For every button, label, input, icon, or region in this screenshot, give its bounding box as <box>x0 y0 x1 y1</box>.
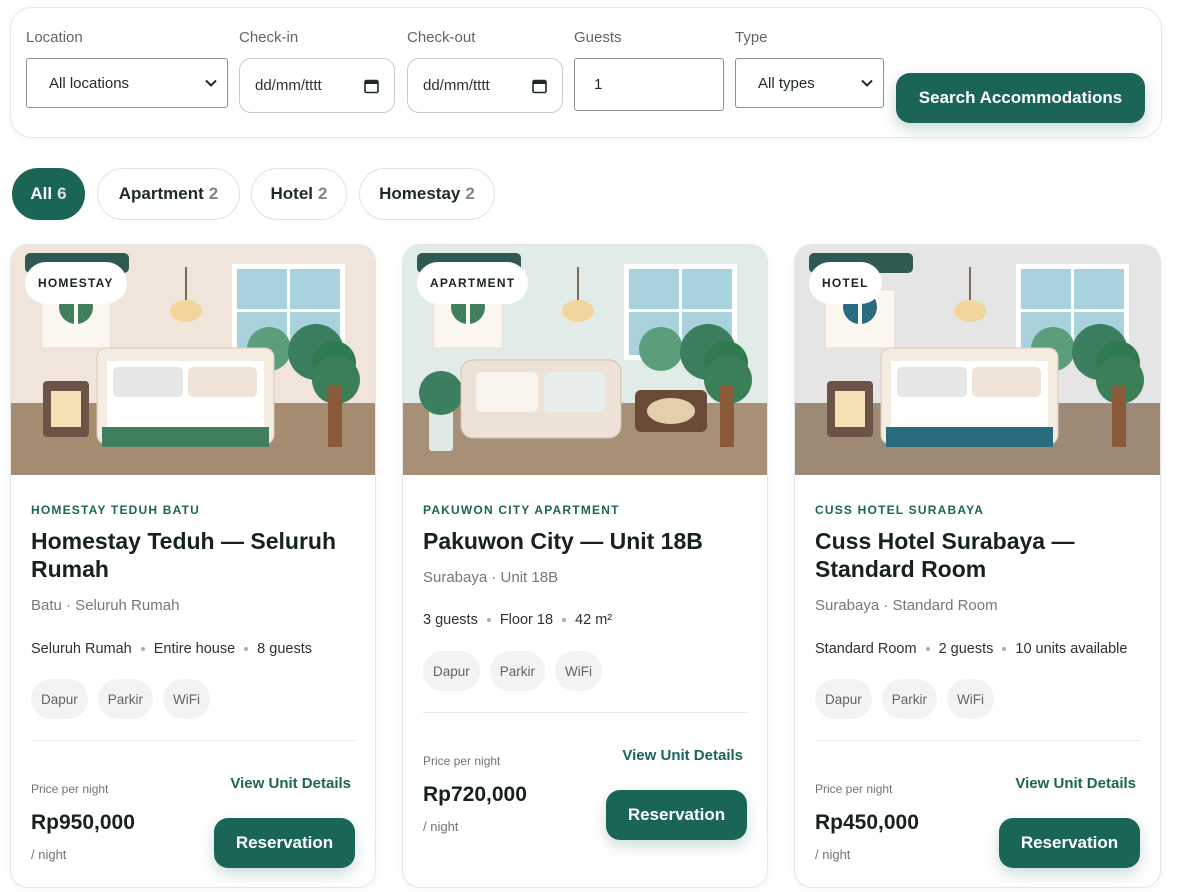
checkout-placeholder: dd/mm/tttt <box>423 77 490 94</box>
property-name: CUSS HOTEL SURABAYA <box>815 503 985 517</box>
amenity-chip: Parkir <box>97 679 154 719</box>
tab-label: All <box>30 184 53 203</box>
price-label: Price per night <box>423 754 501 768</box>
location-select[interactable]: All locations <box>26 58 228 108</box>
divider <box>31 740 355 741</box>
view-unit-details-link[interactable]: View Unit Details <box>622 747 743 764</box>
property-name: PAKUWON CITY APARTMENT <box>423 503 620 517</box>
meta-item: Standard Room <box>815 641 917 657</box>
checkout-label: Check-out <box>407 29 476 46</box>
view-unit-details-link[interactable]: View Unit Details <box>230 775 351 792</box>
tab-apartment[interactable]: Apartment 2 <box>97 168 240 220</box>
meta-item: 2 guests <box>938 641 994 657</box>
tab-label: Homestay <box>379 184 461 203</box>
amenity-chip: Parkir <box>489 651 546 691</box>
card-subtitle: Surabaya · Unit 18B <box>423 569 559 586</box>
guests-input[interactable]: 1 <box>574 58 724 111</box>
price-unit: / night <box>423 819 459 834</box>
price-unit: / night <box>31 847 67 862</box>
checkout-date-input[interactable]: dd/mm/tttt <box>407 58 563 113</box>
divider <box>423 712 747 713</box>
reservation-button[interactable]: Reservation <box>606 790 747 840</box>
price-label: Price per night <box>815 782 893 796</box>
amenity-chip: Dapur <box>31 679 88 719</box>
tab-count: 2 <box>318 184 328 203</box>
tab-label: Hotel <box>270 184 314 203</box>
meta-item: 8 guests <box>257 641 312 657</box>
card-meta: Standard Room 2 guests 10 units availabl… <box>815 641 1127 657</box>
tab-count: 2 <box>208 184 219 203</box>
amenity-chip: WiFi <box>555 651 603 691</box>
amenity-chip: Parkir <box>881 679 938 719</box>
card-subtitle: Surabaya · Standard Room <box>815 597 998 614</box>
card-meta: Seluruh Rumah Entire house 8 guests <box>31 641 312 657</box>
meta-item: 3 guests <box>423 612 478 628</box>
card-title[interactable]: Pakuwon City — Unit 18B <box>423 527 743 555</box>
reservation-button[interactable]: Reservation <box>214 818 355 868</box>
tab-count: 2 <box>465 184 475 203</box>
meta-item: Entire house <box>153 641 236 657</box>
accommodation-card[interactable]: APARTMENT PAKUWON CITY APARTMENT Pakuwon… <box>402 244 768 888</box>
accommodation-card[interactable]: HOTEL CUSS HOTEL SURABAYA Cuss Hotel Sur… <box>794 244 1161 888</box>
type-select[interactable]: All types <box>735 58 884 108</box>
price-value: Rp950,000 <box>31 811 135 834</box>
price-unit: / night <box>815 847 851 862</box>
tab-homestay[interactable]: Homestay 2 <box>359 168 495 220</box>
tab-all[interactable]: All 6 <box>12 168 85 220</box>
checkin-date-input[interactable]: dd/mm/tttt <box>239 58 395 113</box>
chevron-down-icon <box>205 79 217 87</box>
checkin-label: Check-in <box>239 29 299 46</box>
price-label: Price per night <box>31 782 109 796</box>
tab-count: 6 <box>57 184 67 203</box>
meta-item: 42 m² <box>575 612 613 628</box>
amenity-chips: Dapur Parkir WiFi <box>815 679 995 719</box>
amenity-chip: Dapur <box>815 679 872 719</box>
tab-hotel[interactable]: Hotel 2 <box>251 168 347 220</box>
card-title[interactable]: Cuss Hotel Surabaya — Standard Room <box>815 527 1135 583</box>
category-badge: APARTMENT <box>417 262 529 304</box>
calendar-icon[interactable] <box>532 78 547 93</box>
amenity-chips: Dapur Parkir WiFi <box>31 679 211 719</box>
location-label: Location <box>26 29 83 46</box>
search-accommodations-button[interactable]: Search Accommodations <box>896 73 1145 123</box>
location-select-value: All locations <box>49 74 130 92</box>
type-label: Type <box>735 29 768 46</box>
divider <box>815 740 1140 741</box>
meta-item: Seluruh Rumah <box>31 641 132 657</box>
tab-label: Apartment <box>118 184 204 203</box>
amenity-chips: Dapur Parkir WiFi <box>423 651 603 691</box>
calendar-icon[interactable] <box>364 78 379 93</box>
amenity-chip: WiFi <box>163 679 211 719</box>
property-name: HOMESTAY TEDUH BATU <box>31 503 201 517</box>
card-meta: 3 guests Floor 18 42 m² <box>423 612 612 628</box>
card-title[interactable]: Homestay Teduh — Seluruh Rumah <box>31 527 351 583</box>
price-value: Rp720,000 <box>423 783 527 806</box>
meta-item: Floor 18 <box>499 612 554 628</box>
amenity-chip: Dapur <box>423 651 480 691</box>
view-unit-details-link[interactable]: View Unit Details <box>1015 775 1136 792</box>
chevron-down-icon <box>861 79 873 87</box>
category-badge: HOMESTAY <box>25 262 127 304</box>
meta-item: 10 units available <box>1015 641 1128 657</box>
amenity-chip: WiFi <box>947 679 995 719</box>
card-subtitle: Batu · Seluruh Rumah <box>31 597 180 614</box>
reservation-button[interactable]: Reservation <box>999 818 1140 868</box>
price-value: Rp450,000 <box>815 811 919 834</box>
search-bar: Location All locations Check-in dd/mm/tt… <box>10 7 1162 138</box>
checkin-placeholder: dd/mm/tttt <box>255 77 322 94</box>
guests-label: Guests <box>574 29 622 46</box>
category-badge: HOTEL <box>809 262 882 304</box>
accommodation-card[interactable]: HOMESTAY HOMESTAY TEDUH BATU Homestay Te… <box>10 244 376 888</box>
guests-value: 1 <box>594 76 603 93</box>
type-select-value: All types <box>758 74 815 92</box>
